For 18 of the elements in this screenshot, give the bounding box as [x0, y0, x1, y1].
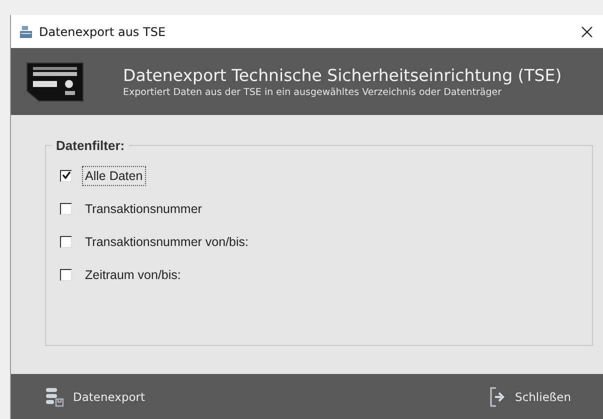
header-title: Datenexport Technische Sicherheitseinrichtung (TSE)	[123, 66, 562, 84]
close-button[interactable]: Schließen	[485, 382, 575, 410]
close-icon[interactable]	[581, 26, 593, 38]
database-save-icon	[45, 386, 65, 406]
checkbox[interactable]	[60, 170, 72, 182]
group-legend: Datenfilter:	[52, 138, 129, 153]
option-label[interactable]: Zeitraum von/bis:	[82, 264, 184, 284]
option-label[interactable]: Alle Daten	[82, 166, 146, 186]
cash-register-icon	[19, 24, 33, 38]
export-button[interactable]: Datenexport	[41, 382, 150, 410]
option-label[interactable]: Transaktionsnummer	[82, 198, 205, 218]
header-subtitle: Exportiert Daten aus der TSE in ein ausgewähltes Verzeichnis oder Datenträger	[123, 86, 503, 98]
checkbox[interactable]	[60, 202, 72, 214]
memory-card-drawing	[25, 60, 85, 102]
checkbox[interactable]	[60, 268, 72, 280]
option-label[interactable]: Transaktionsnummer von/bis:	[82, 232, 252, 252]
checkbox[interactable]	[60, 236, 72, 248]
window-title: Datenexport aus TSE	[39, 24, 167, 38]
